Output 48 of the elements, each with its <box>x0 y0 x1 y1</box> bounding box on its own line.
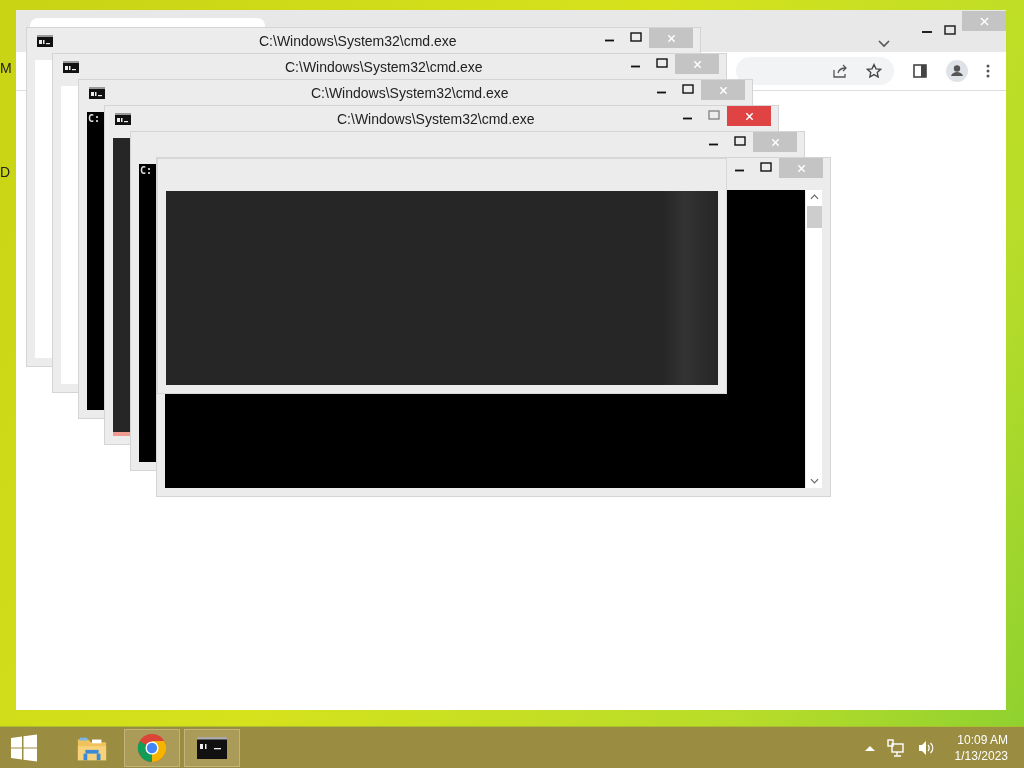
minimize-icon[interactable] <box>605 39 614 42</box>
taskbar-app-button[interactable] <box>184 728 240 767</box>
minimize-icon[interactable] <box>735 169 744 172</box>
console-icon <box>63 61 79 73</box>
menu-icon[interactable] <box>986 63 990 79</box>
minimize-icon[interactable] <box>631 65 640 68</box>
maximize-icon[interactable] <box>656 58 668 68</box>
scrollbar[interactable] <box>805 190 822 488</box>
side-panel-icon[interactable] <box>912 63 928 79</box>
console-text: C: <box>140 165 153 176</box>
address-bar[interactable] <box>736 57 894 85</box>
window-title: C:\Windows\System32\cmd.exe <box>311 85 509 101</box>
minimize-icon[interactable] <box>921 30 933 34</box>
console-icon <box>89 87 105 99</box>
minimize-icon[interactable] <box>683 117 692 120</box>
close-icon <box>744 111 754 121</box>
minimize-icon[interactable] <box>709 143 718 146</box>
maximize-icon[interactable] <box>944 25 956 35</box>
close-icon <box>979 16 989 26</box>
window-title: C:\Windows\System32\cmd.exe <box>285 59 483 75</box>
scroll-up-icon[interactable] <box>809 194 819 200</box>
profile-icon[interactable] <box>946 60 968 82</box>
close-icon <box>666 33 676 43</box>
maximize-icon[interactable] <box>682 84 694 94</box>
share-icon[interactable] <box>832 63 848 79</box>
desktop-icon-label[interactable]: D <box>0 164 11 180</box>
star-icon[interactable] <box>866 63 882 79</box>
console-text: C: <box>88 113 101 124</box>
browser-logo-icon <box>136 732 168 763</box>
console-icon <box>197 736 227 759</box>
network-icon[interactable] <box>886 738 905 757</box>
close-icon <box>796 163 806 173</box>
console-icon <box>115 113 131 125</box>
windows-logo-icon[interactable] <box>10 733 38 762</box>
desktop-icon-label[interactable]: M <box>0 60 12 76</box>
scroll-down-icon[interactable] <box>809 478 819 484</box>
window-title: C:\Windows\System32\cmd.exe <box>337 111 535 127</box>
close-icon <box>718 85 728 95</box>
chevron-up-icon[interactable] <box>864 744 875 751</box>
maximize-icon[interactable] <box>734 136 746 146</box>
close-icon <box>770 137 780 147</box>
console-icon <box>37 35 53 47</box>
window-title: C:\Windows\System32\cmd.exe <box>259 33 457 49</box>
close-icon <box>692 59 702 69</box>
maximize-icon[interactable] <box>760 162 772 172</box>
scrollbar-thumb[interactable] <box>806 206 822 228</box>
chevron-down-icon[interactable] <box>878 40 890 48</box>
maximize-icon[interactable] <box>630 32 642 42</box>
